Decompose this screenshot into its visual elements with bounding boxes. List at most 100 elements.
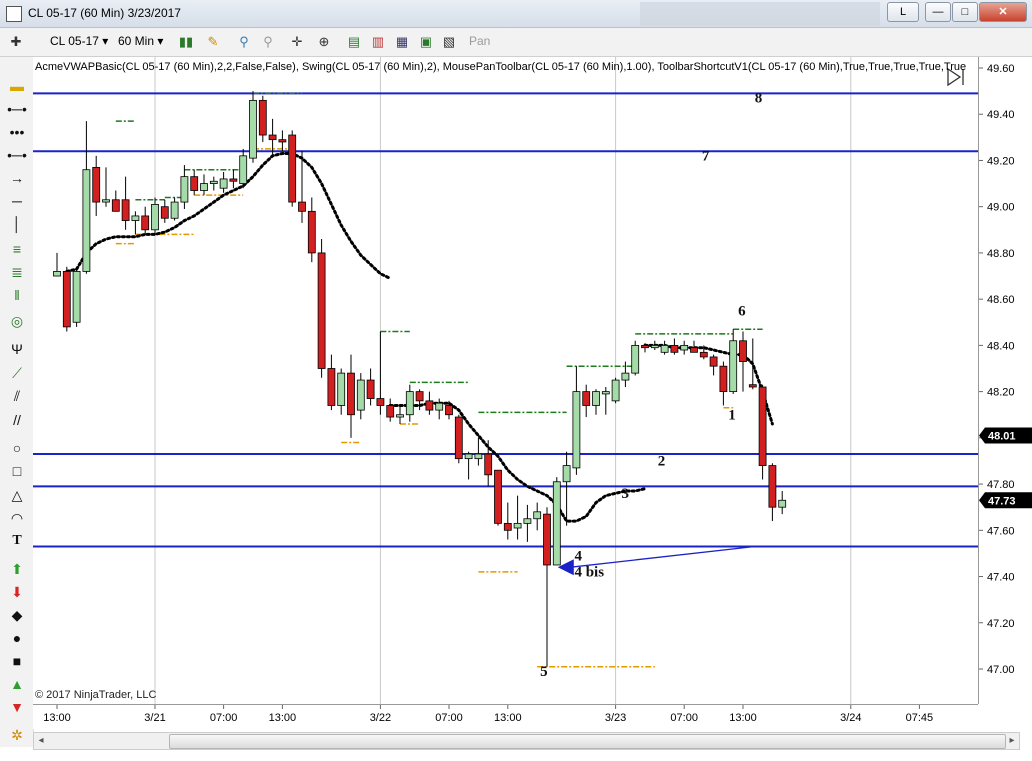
- triangle-down-icon[interactable]: ▼: [6, 697, 28, 717]
- arrow-down-icon[interactable]: ⬇: [6, 582, 28, 602]
- line-icon[interactable]: •─•: [6, 145, 28, 165]
- scrollbar-thumb[interactable]: [169, 734, 1006, 749]
- level-label: 8: [755, 91, 763, 107]
- candle-body: [621, 372, 630, 381]
- magnet-icon[interactable]: ⚲: [236, 34, 252, 50]
- gann-fan-icon[interactable]: ⟋: [6, 363, 28, 383]
- up-candle: [660, 340, 669, 355]
- candle-body: [425, 400, 434, 411]
- candle-body: [543, 513, 551, 566]
- candle-body: [151, 203, 159, 231]
- candle-body: [768, 465, 777, 508]
- andrews-pitchfork-icon[interactable]: Ψ: [6, 339, 28, 359]
- candle-body: [249, 99, 257, 159]
- up-candle: [356, 373, 365, 420]
- close-button[interactable]: ✕: [979, 2, 1027, 22]
- candle-body: [719, 365, 728, 393]
- up-candle: [396, 405, 404, 424]
- vertical-line-icon[interactable]: │: [6, 214, 28, 234]
- pan-button[interactable]: Pan: [469, 34, 490, 48]
- arrow-up-icon[interactable]: ⬆: [6, 559, 28, 579]
- chart-panel[interactable]: 8 7 6 1 2 3 44 bis 5: [33, 57, 978, 704]
- triangle-icon[interactable]: △: [6, 485, 28, 505]
- fib-extension-icon[interactable]: ≣: [6, 262, 28, 282]
- trend-channel-icon[interactable]: //: [6, 410, 28, 430]
- arrow-line-icon[interactable]: →: [6, 168, 28, 188]
- candle-body: [160, 206, 169, 219]
- down-candle: [141, 206, 150, 235]
- up-candle: [601, 386, 610, 415]
- horizontal-scrollbar[interactable]: ◂ ▸: [33, 732, 1020, 750]
- diamond-icon[interactable]: ◆: [6, 605, 28, 625]
- y-tick-label: 47.00: [987, 664, 1015, 676]
- regression-channel-icon[interactable]: ⫽: [6, 386, 28, 406]
- candle-body: [121, 199, 130, 221]
- up-candle: [435, 398, 444, 420]
- candle-body: [278, 139, 287, 143]
- rectangle-icon[interactable]: □: [6, 461, 28, 481]
- zoom-icon[interactable]: ⊕: [316, 34, 332, 50]
- candle-body: [111, 199, 120, 212]
- arc-icon[interactable]: ◠: [6, 508, 28, 528]
- window-titlebar: CL 05-17 (60 Min) 3/23/2017 L — □ ✕: [0, 0, 1032, 28]
- candle-body: [239, 155, 248, 184]
- price-chart[interactable]: 8 7 6 1 2 3 44 bis 5: [33, 57, 978, 704]
- interval-selector[interactable]: 60 Min ▾: [118, 34, 163, 48]
- interval-label: 60 Min: [118, 34, 155, 48]
- pencil-icon[interactable]: ✎: [205, 34, 221, 50]
- scroll-left-icon[interactable]: ◂: [34, 733, 48, 749]
- indicators-icon[interactable]: ▤: [346, 34, 362, 50]
- up-candle: [151, 197, 159, 235]
- indicators-label: AcmeVWAPBasic(CL 05-17 (60 Min),2,2,Fals…: [35, 61, 967, 73]
- candle-body: [592, 391, 600, 406]
- candle-body: [778, 499, 787, 508]
- x-tick-label: 07:45: [906, 712, 934, 724]
- fibonacci-icon[interactable]: ≡: [6, 239, 28, 259]
- ruler-icon[interactable]: ▬: [6, 76, 28, 96]
- annotation-arrow-line: [569, 545, 755, 568]
- up-candle: [72, 266, 81, 327]
- down-candle: [376, 331, 385, 415]
- bar-type-icon[interactable]: ▮▮: [178, 34, 194, 50]
- instrument-selector[interactable]: CL 05-17 ▾: [50, 34, 108, 48]
- level-label: 6: [738, 303, 746, 319]
- candle-body: [288, 134, 297, 203]
- down-candle: [347, 354, 355, 438]
- candle-body: [317, 252, 326, 369]
- settings-icon[interactable]: ✲: [6, 725, 28, 745]
- down-candle: [758, 384, 767, 480]
- candle-body: [356, 379, 365, 411]
- candle-body: [366, 379, 375, 399]
- pin-icon[interactable]: ⚲: [260, 34, 276, 50]
- fib-circle-icon[interactable]: ◎: [6, 311, 28, 331]
- maximize-button[interactable]: □: [952, 2, 978, 22]
- horizontal-line-icon[interactable]: ─: [6, 191, 28, 211]
- dot-icon[interactable]: ●: [6, 628, 28, 648]
- up-candle: [464, 451, 473, 480]
- x-tick-label: 13:00: [43, 712, 71, 724]
- price-axis[interactable]: 49.60 49.40 49.20 49.00 48.80 48.60 48.40 48.20…: [978, 57, 1032, 704]
- ellipse-icon[interactable]: ○: [6, 438, 28, 458]
- strategies-icon[interactable]: ▥: [370, 34, 386, 50]
- down-candle: [670, 338, 679, 355]
- chart-properties-icon[interactable]: ▦: [394, 34, 410, 50]
- crosshair-icon[interactable]: ✚: [8, 34, 24, 50]
- x-tick-label: 13:00: [494, 712, 522, 724]
- up-candle: [180, 165, 189, 210]
- time-axis[interactable]: 13:00 3/21 07:00 13:00 3/22 07:00 13:00 3/23 07:…: [33, 704, 978, 729]
- copyright-text: © 2017 NinjaTrader, LLC: [35, 689, 157, 701]
- data-box-icon[interactable]: ▣: [418, 34, 434, 50]
- fib-time-icon[interactable]: ‖: [6, 285, 28, 305]
- down-candle: [307, 197, 316, 263]
- risk-reward-icon[interactable]: •─•: [6, 99, 28, 119]
- text-icon[interactable]: T: [6, 531, 28, 551]
- triangle-up-icon[interactable]: ▲: [6, 674, 28, 694]
- dotted-line-icon[interactable]: •••: [6, 122, 28, 142]
- link-button[interactable]: L: [887, 2, 919, 22]
- snapshot-icon[interactable]: ▧: [441, 34, 457, 50]
- scroll-right-icon[interactable]: ▸: [1005, 733, 1019, 749]
- square-icon[interactable]: ■: [6, 651, 28, 671]
- minimize-button[interactable]: —: [925, 2, 951, 22]
- candle-body: [484, 453, 493, 476]
- cursor-cross-icon[interactable]: ✛: [289, 34, 305, 50]
